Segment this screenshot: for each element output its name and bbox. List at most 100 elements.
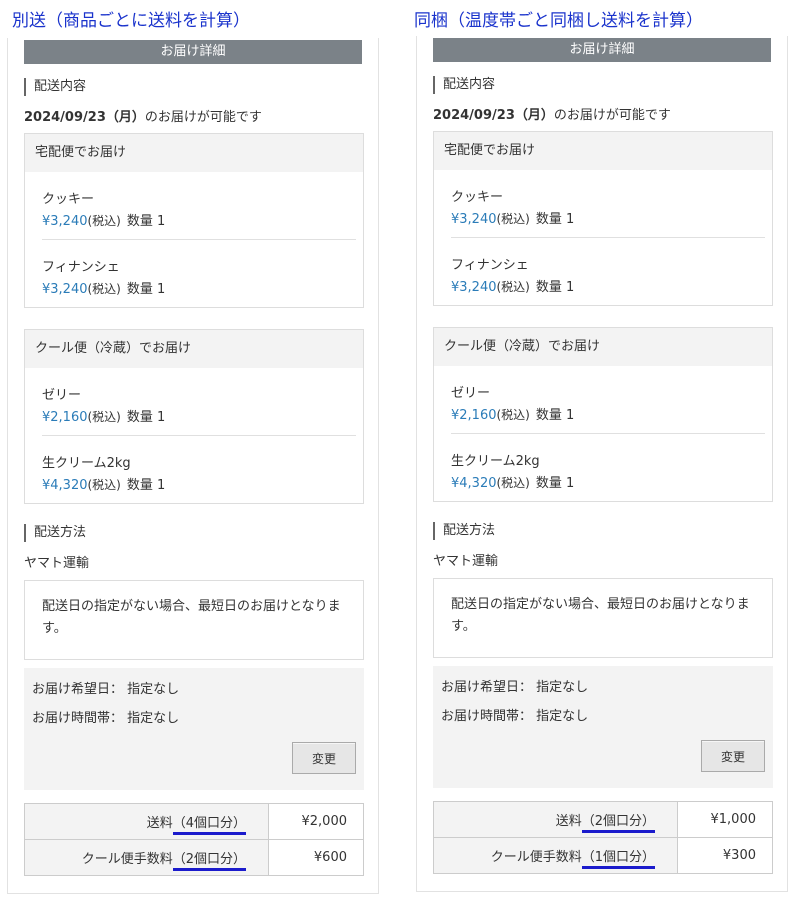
panel-header: お届け詳細 <box>24 40 362 64</box>
item-price-line: ¥4,320(税込) 数量 1 <box>451 472 574 491</box>
column-title: 同梱（温度帯ごと同梱し送料を計算） <box>414 11 703 31</box>
list-item: ゼリー ¥2,160(税込) 数量 1 <box>451 366 765 434</box>
delivery-date-suffix: のお届けが可能です <box>144 110 262 125</box>
table-row: 送料（4個口分） ¥2,000 <box>24 803 364 840</box>
column-title: 別送（商品ごとに送料を計算） <box>12 11 250 31</box>
group-title: クール便（冷蔵）でお届け <box>25 330 363 368</box>
item-tax: (税込) <box>87 478 121 492</box>
fee-label: クール便手数料 <box>81 852 173 867</box>
fee-label-cell: クール便手数料（2個口分） <box>24 839 269 876</box>
list-item: クッキー ¥3,240(税込) 数量 1 <box>451 170 765 238</box>
item-qty: 数量 1 <box>126 478 166 493</box>
item-qty: 数量 1 <box>535 408 575 423</box>
list-item: フィナンシェ ¥3,240(税込) 数量 1 <box>451 238 765 305</box>
item-price-line: ¥3,240(税込) 数量 1 <box>42 210 165 229</box>
item-price-line: ¥3,240(税込) 数量 1 <box>451 276 574 295</box>
item-qty: 数量 1 <box>535 280 575 295</box>
item-name: 生クリーム2kg <box>42 456 131 471</box>
item-price: ¥4,320 <box>42 478 88 493</box>
delivery-notice: 配送日の指定がない場合、最短日のお届けとなります。 <box>433 578 773 658</box>
item-price: ¥3,240 <box>42 282 88 297</box>
fee-detail: （2個口分） <box>581 814 655 833</box>
item-tax: (税込) <box>496 476 530 490</box>
item-price-line: ¥4,320(税込) 数量 1 <box>42 474 165 493</box>
preferred-date: お届け希望日： 指定なし <box>441 680 589 695</box>
item-price: ¥4,320 <box>451 476 497 491</box>
table-row: 送料（2個口分） ¥1,000 <box>433 801 773 838</box>
preferred-date: お届け希望日： 指定なし <box>32 682 180 697</box>
fee-label: 送料 <box>555 814 582 829</box>
carrier-name: ヤマト運輸 <box>24 556 90 571</box>
fee-value: ¥2,000 <box>268 803 364 840</box>
fee-detail: （2個口分） <box>172 852 246 871</box>
fee-label-cell: 送料（4個口分） <box>24 803 269 840</box>
item-qty: 数量 1 <box>535 476 575 491</box>
delivery-detail-panel: お届け詳細 配送内容 2024/09/23（月）のお届けが可能です 宅配便でお届… <box>416 36 788 892</box>
item-price-line: ¥2,160(税込) 数量 1 <box>42 406 165 425</box>
item-name: ゼリー <box>42 388 82 403</box>
fee-detail: （1個口分） <box>581 850 655 869</box>
fee-table: 送料（2個口分） ¥1,000 クール便手数料（1個口分） ¥300 <box>433 801 773 874</box>
carrier-name: ヤマト運輸 <box>433 554 499 569</box>
shipping-group-regular: 宅配便でお届け クッキー ¥3,240(税込) 数量 1 フィナンシェ ¥3,24… <box>433 131 773 306</box>
fee-label: クール便手数料 <box>490 850 582 865</box>
fee-value: ¥600 <box>268 839 364 876</box>
delivery-date: 2024/09/23（月） <box>433 108 554 123</box>
fee-value: ¥1,000 <box>677 801 773 838</box>
shipping-group-cool: クール便（冷蔵）でお届け ゼリー ¥2,160(税込) 数量 1 生クリーム2kg… <box>24 329 364 504</box>
item-qty: 数量 1 <box>126 214 166 229</box>
item-name: ゼリー <box>451 386 491 401</box>
item-price-line: ¥3,240(税込) 数量 1 <box>451 208 574 227</box>
item-qty: 数量 1 <box>126 282 166 297</box>
delivery-detail-panel: お届け詳細 配送内容 2024/09/23（月）のお届けが可能です 宅配便でお届… <box>7 38 379 894</box>
item-price: ¥2,160 <box>451 408 497 423</box>
panel-header: お届け詳細 <box>433 38 771 62</box>
item-qty: 数量 1 <box>126 410 166 425</box>
item-name: 生クリーム2kg <box>451 454 540 469</box>
list-item: 生クリーム2kg ¥4,320(税込) 数量 1 <box>42 436 356 503</box>
change-button[interactable]: 変更 <box>701 740 765 772</box>
item-price-line: ¥3,240(税込) 数量 1 <box>42 278 165 297</box>
item-price: ¥2,160 <box>42 410 88 425</box>
list-item: 生クリーム2kg ¥4,320(税込) 数量 1 <box>451 434 765 501</box>
item-name: フィナンシェ <box>42 260 120 275</box>
item-price: ¥3,240 <box>42 214 88 229</box>
fee-label-cell: 送料（2個口分） <box>433 801 678 838</box>
shipping-group-cool: クール便（冷蔵）でお届け ゼリー ¥2,160(税込) 数量 1 生クリーム2kg… <box>433 327 773 502</box>
change-button[interactable]: 変更 <box>292 742 356 774</box>
preferred-time: お届け時間帯： 指定なし <box>441 709 589 724</box>
fee-label-cell: クール便手数料（1個口分） <box>433 837 678 874</box>
item-tax: (税込) <box>87 214 121 228</box>
item-tax: (税込) <box>496 280 530 294</box>
shipping-group-regular: 宅配便でお届け クッキー ¥3,240(税込) 数量 1 フィナンシェ ¥3,24… <box>24 133 364 308</box>
delivery-preference-box: お届け希望日： 指定なし お届け時間帯： 指定なし 変更 <box>24 668 364 790</box>
section-label-method: 配送方法 <box>24 524 86 542</box>
item-tax: (税込) <box>87 282 121 296</box>
delivery-date-line: 2024/09/23（月）のお届けが可能です <box>24 106 262 125</box>
group-title: 宅配便でお届け <box>25 134 363 172</box>
fee-table: 送料（4個口分） ¥2,000 クール便手数料（2個口分） ¥600 <box>24 803 364 876</box>
delivery-date-suffix: のお届けが可能です <box>553 108 671 123</box>
item-price: ¥3,240 <box>451 212 497 227</box>
preferred-time: お届け時間帯： 指定なし <box>32 711 180 726</box>
item-name: フィナンシェ <box>451 258 529 273</box>
item-tax: (税込) <box>496 408 530 422</box>
list-item: ゼリー ¥2,160(税込) 数量 1 <box>42 368 356 436</box>
delivery-notice: 配送日の指定がない場合、最短日のお届けとなります。 <box>24 580 364 660</box>
table-row: クール便手数料（2個口分） ¥600 <box>24 839 364 876</box>
section-label-method: 配送方法 <box>433 522 495 540</box>
item-price: ¥3,240 <box>451 280 497 295</box>
list-item: フィナンシェ ¥3,240(税込) 数量 1 <box>42 240 356 307</box>
delivery-date-line: 2024/09/23（月）のお届けが可能です <box>433 104 671 123</box>
item-name: クッキー <box>451 190 504 205</box>
table-row: クール便手数料（1個口分） ¥300 <box>433 837 773 874</box>
delivery-date: 2024/09/23（月） <box>24 110 145 125</box>
section-label-delivery: 配送内容 <box>433 76 495 94</box>
item-name: クッキー <box>42 192 95 207</box>
fee-label: 送料 <box>146 816 173 831</box>
fee-detail: （4個口分） <box>172 816 246 835</box>
list-item: クッキー ¥3,240(税込) 数量 1 <box>42 172 356 240</box>
item-tax: (税込) <box>87 410 121 424</box>
item-qty: 数量 1 <box>535 212 575 227</box>
group-title: クール便（冷蔵）でお届け <box>434 328 772 366</box>
